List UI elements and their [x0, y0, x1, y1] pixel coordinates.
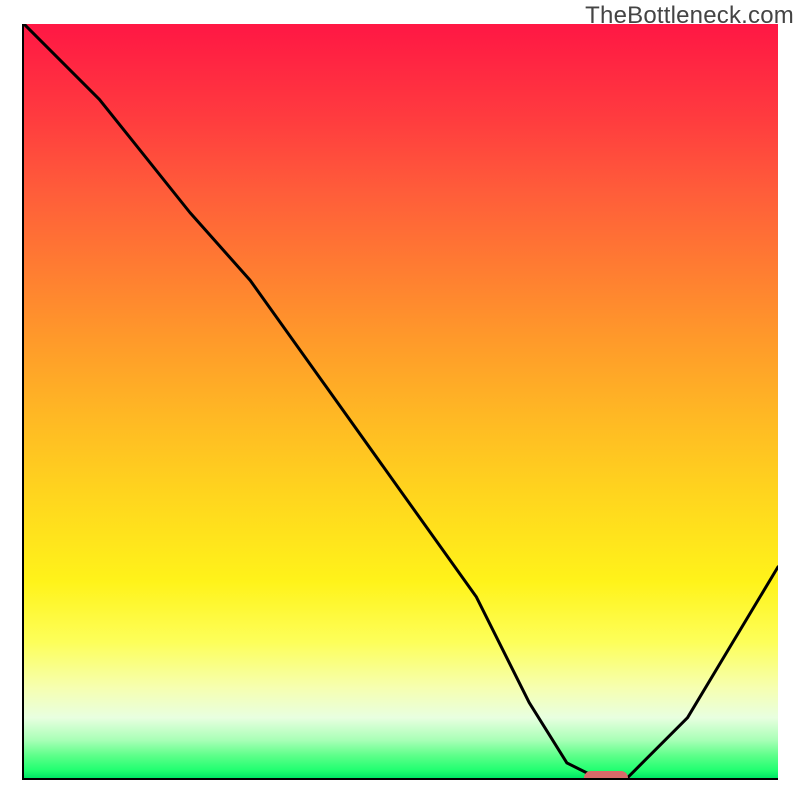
- minimum-marker: [584, 771, 628, 780]
- curve-layer: [24, 24, 778, 778]
- chart-stage: TheBottleneck.com: [0, 0, 800, 800]
- bottleneck-curve: [24, 24, 778, 778]
- watermark-text: TheBottleneck.com: [585, 2, 794, 30]
- plot-frame: [22, 24, 778, 780]
